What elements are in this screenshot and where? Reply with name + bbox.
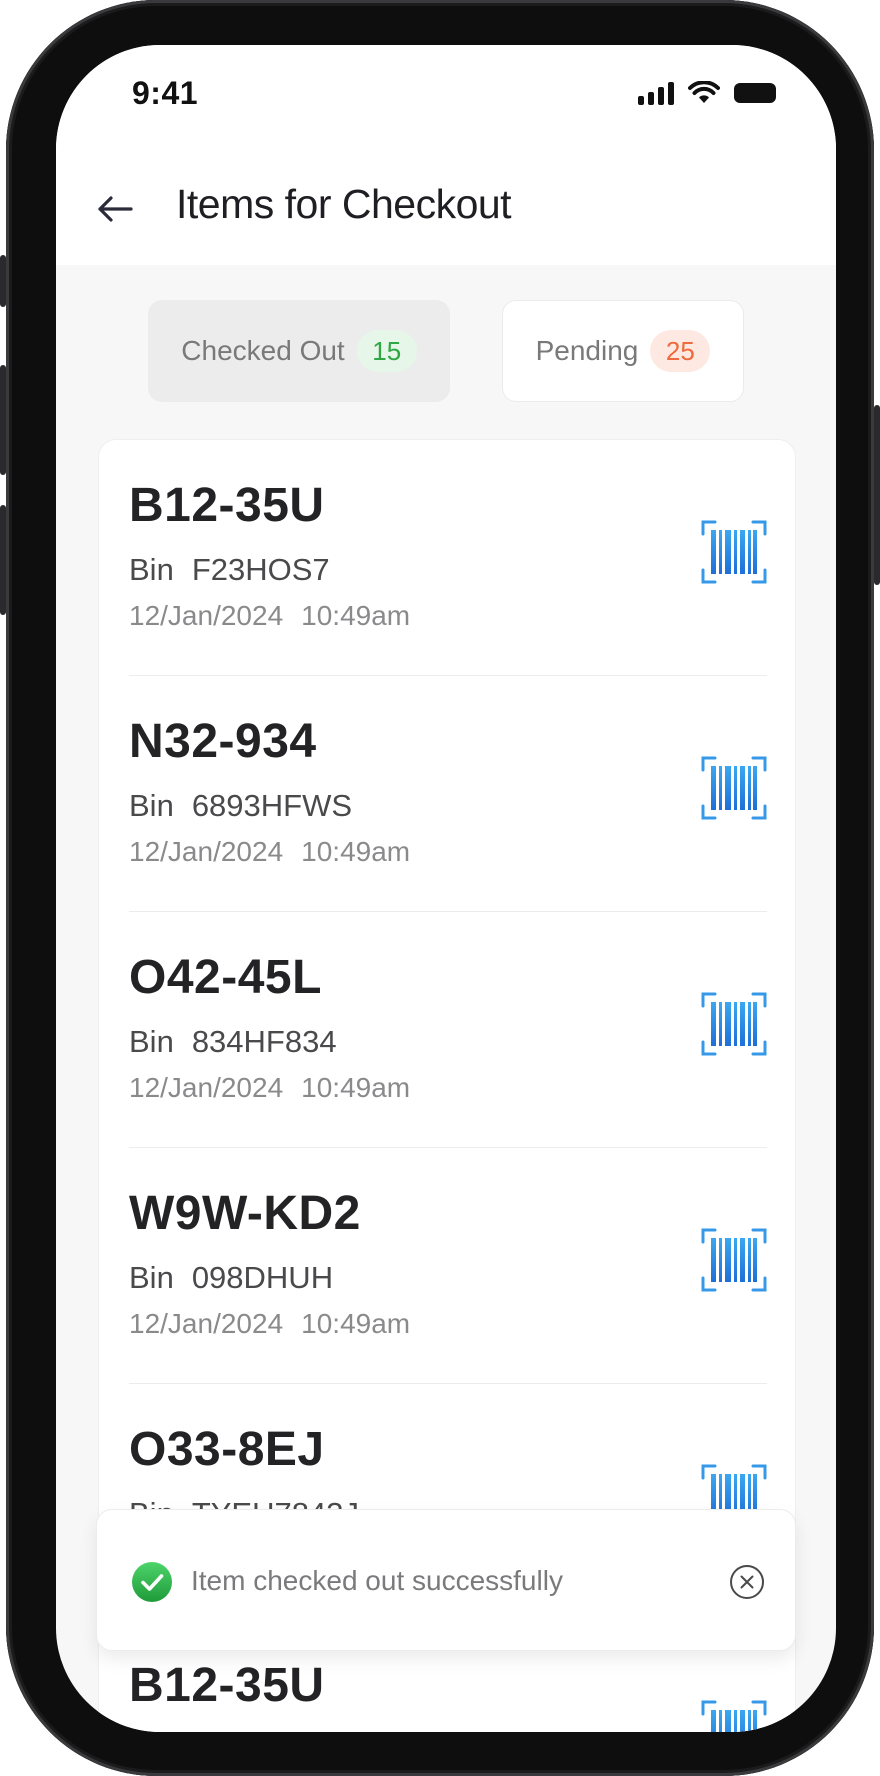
item-bin: Bin F23HOS7	[129, 552, 330, 587]
item-code: B12-35U	[129, 479, 325, 532]
phone-frame: 9:41 Items for Checkout Checked Out 15 P…	[0, 0, 880, 1776]
wifi-icon	[688, 81, 720, 103]
success-toast: Item checked out successfully	[96, 1509, 796, 1651]
list-item[interactable]: B12-35U Bin F23HOS7 12/Jan/2024 10:49am	[129, 440, 767, 676]
check-circle-icon	[132, 1562, 172, 1602]
volume-up-button	[0, 365, 6, 475]
barcode-scan-icon[interactable]	[701, 1700, 767, 1732]
item-bin: Bin 098DHUH	[129, 1260, 334, 1295]
tab-label: Checked Out	[181, 335, 345, 366]
list-item[interactable]: N32-934 Bin 6893HFWS 12/Jan/2024 10:49am	[129, 676, 767, 912]
close-circle-icon[interactable]	[729, 1564, 765, 1600]
tab-label: Pending	[535, 335, 639, 366]
barcode-scan-icon[interactable]	[701, 1228, 767, 1292]
battery-icon	[734, 83, 776, 103]
volume-down-button	[0, 505, 6, 615]
item-timestamp: 12/Jan/2024 10:49am	[129, 1308, 411, 1339]
item-code: W9W-KD2	[129, 1187, 361, 1240]
power-button	[874, 405, 880, 585]
list-item[interactable]: O42-45L Bin 834HF834 12/Jan/2024 10:49am	[129, 912, 767, 1148]
app-header: 9:41 Items for Checkout	[56, 45, 836, 265]
item-code: O33-8EJ	[129, 1423, 325, 1476]
signal-icon	[638, 81, 674, 105]
item-timestamp: 12/Jan/2024 10:49am	[129, 600, 411, 631]
screen: 9:41 Items for Checkout Checked Out 15 P…	[56, 45, 836, 1732]
list-item[interactable]: W9W-KD2 Bin 098DHUH 12/Jan/2024 10:49am	[129, 1148, 767, 1384]
item-timestamp: 12/Jan/2024 10:49am	[129, 1072, 411, 1103]
item-timestamp: 12/Jan/2024 10:49am	[129, 836, 411, 867]
status-icons	[638, 81, 776, 105]
item-code: O42-45L	[129, 951, 322, 1004]
tab-pending[interactable]: Pending 25	[502, 300, 744, 402]
barcode-scan-icon[interactable]	[701, 520, 767, 584]
status-time: 9:41	[132, 75, 199, 111]
item-code: N32-934	[129, 715, 317, 768]
mute-switch	[0, 255, 6, 307]
count-badge: 15	[356, 330, 417, 372]
item-bin: Bin 834HF834	[129, 1024, 337, 1059]
count-badge: 25	[650, 330, 711, 372]
tab-checked-out[interactable]: Checked Out 15	[148, 300, 450, 402]
arrow-left-icon	[98, 196, 133, 222]
barcode-scan-icon[interactable]	[701, 756, 767, 820]
item-code: B12-35U	[129, 1659, 325, 1712]
toast-message: Item checked out successfully	[191, 1565, 563, 1596]
back-button[interactable]	[96, 187, 140, 231]
item-bin: Bin 6893HFWS	[129, 788, 353, 823]
barcode-scan-icon[interactable]	[701, 992, 767, 1056]
page-title: Items for Checkout	[176, 181, 512, 227]
